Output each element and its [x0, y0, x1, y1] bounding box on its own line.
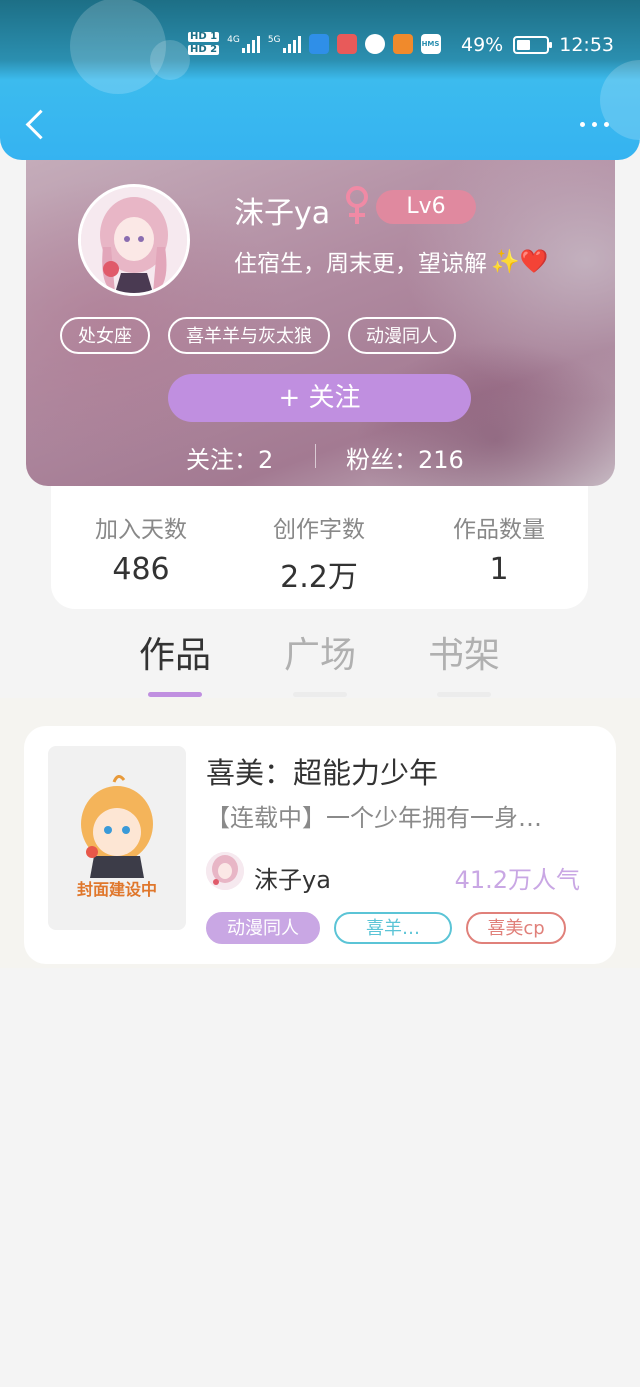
status-left: HD 1 HD 2 4G 5G HMS	[188, 32, 441, 55]
tab-indicator	[148, 692, 202, 697]
stat-word-count: 创作字数 2.2万	[229, 510, 409, 596]
status-bar: HD 1 HD 2 4G 5G HMS 49% 12:53	[0, 26, 640, 66]
following-count[interactable]: 关注：2	[186, 440, 273, 475]
stat-label: 创作字数	[273, 517, 365, 543]
profile-tag[interactable]: 喜羊羊与灰太狼	[168, 317, 330, 354]
profile-tags: 处女座 喜羊羊与灰太狼 动漫同人	[60, 317, 456, 354]
app-icon-red	[336, 33, 357, 54]
more-dots-icon	[579, 121, 585, 127]
hd2-label: HD 2	[188, 44, 220, 55]
app-icon-orange	[392, 33, 413, 54]
divider	[315, 444, 316, 468]
signature: 住宿生，周末更，望谅解 ✨❤️	[234, 244, 548, 278]
work-cover[interactable]: 封面建设中	[48, 746, 186, 930]
hd-indicators: HD 1 HD 2	[188, 31, 220, 55]
stat-label: 加入天数	[95, 517, 187, 543]
fans-count[interactable]: 粉丝：216	[346, 440, 464, 475]
more-button[interactable]	[574, 112, 614, 136]
username: 沫子ya	[234, 196, 331, 231]
top-bar: HD 1 HD 2 4G 5G HMS 49% 12:53	[0, 0, 640, 160]
battery-icon	[513, 36, 553, 54]
stat-value: 2.2万	[280, 560, 358, 595]
app-icon-globe	[364, 33, 385, 54]
signal-2-icon: 5G	[268, 35, 301, 53]
stat-value: 1	[489, 552, 509, 587]
stat-join-days: 加入天数 486	[51, 510, 231, 587]
cover-placeholder-image	[81, 775, 153, 878]
stat-works-count: 作品数量 1	[409, 510, 589, 587]
follow-stats: 关注：2 粉丝：216	[26, 438, 615, 474]
signature-text: 住宿生，周末更，望谅解	[234, 251, 487, 277]
work-tag[interactable]: 喜羊…	[334, 912, 452, 944]
popularity: 41.2万人气	[454, 866, 580, 894]
network-type-2: 5G	[267, 34, 281, 45]
work-tags: 动漫同人 喜羊… 喜美cp	[206, 912, 566, 944]
clock: 12:53	[559, 34, 614, 56]
hd1-label: HD 1	[188, 31, 220, 42]
work-tag[interactable]: 喜美cp	[466, 912, 566, 944]
tab-indicator	[293, 692, 347, 697]
hms-icon: HMS	[420, 33, 441, 54]
work-card[interactable]: 封面建设中 喜美：超能力少年 【连载中】一个少年拥有一身… 沫子ya 41.2万…	[24, 726, 616, 964]
profile-tag[interactable]: 动漫同人	[348, 317, 456, 354]
tab-bookshelf[interactable]: 书架	[404, 626, 524, 697]
tab-label: 书架	[427, 635, 500, 676]
follow-button[interactable]: + 关注	[168, 374, 471, 422]
work-description: 【连载中】一个少年拥有一身…	[206, 804, 542, 832]
tab-label: 广场	[283, 635, 356, 676]
tab-indicator	[437, 692, 491, 697]
work-title[interactable]: 喜美：超能力少年	[206, 750, 438, 792]
stat-label: 作品数量	[453, 517, 545, 543]
avatar-image	[81, 187, 187, 293]
signature-emoji: ✨❤️	[491, 248, 549, 275]
app-icon-blue	[308, 33, 329, 54]
signal-1-icon: 4G	[227, 35, 260, 53]
female-icon	[346, 186, 368, 224]
cover-caption: 封面建设中	[76, 880, 157, 899]
level-badge: Lv6	[376, 190, 476, 224]
work-tag[interactable]: 动漫同人	[206, 912, 320, 944]
tab-works[interactable]: 作品	[115, 626, 235, 697]
author-name: 沫子ya	[254, 866, 331, 894]
back-button[interactable]	[18, 104, 58, 148]
stats-card: 加入天数 486 创作字数 2.2万 作品数量 1	[51, 480, 588, 609]
tab-bar: 作品 广场 书架	[0, 620, 640, 700]
battery-percent: 49%	[461, 34, 504, 56]
profile-tag[interactable]: 处女座	[60, 317, 150, 354]
stat-value: 486	[112, 552, 170, 587]
profile-card: 沫子ya Lv6 住宿生，周末更，望谅解 ✨❤️ 处女座 喜羊羊与灰太狼 动漫同…	[26, 140, 615, 486]
network-type-1: 4G	[227, 34, 240, 45]
tab-label: 作品	[138, 635, 211, 676]
status-right: 49% 12:53	[461, 34, 614, 56]
avatar[interactable]	[78, 184, 190, 296]
tab-square[interactable]: 广场	[260, 626, 380, 697]
author-avatar	[206, 852, 244, 890]
